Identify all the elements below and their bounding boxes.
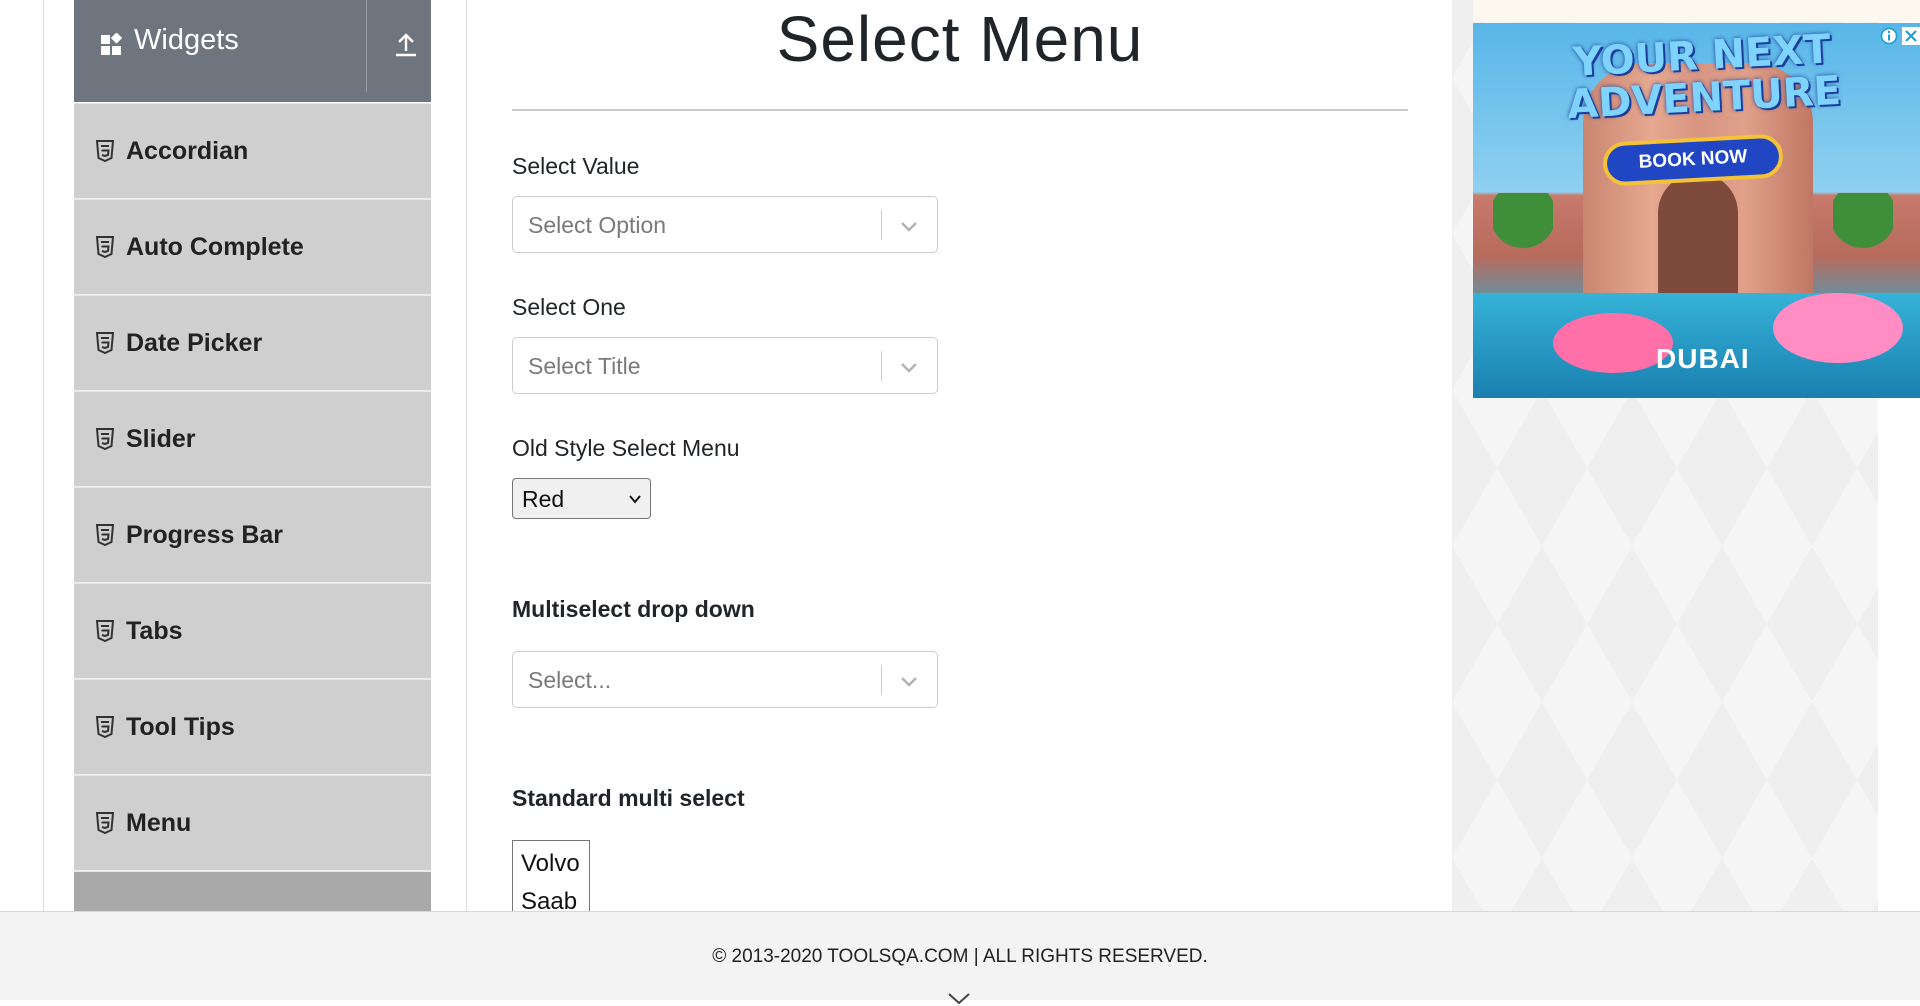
multiselect-placeholder: Select...	[528, 667, 612, 693]
select-one-dropdown[interactable]: Select Title	[512, 337, 938, 394]
widgets-group-header[interactable]: Widgets	[74, 0, 431, 102]
html5-icon	[96, 812, 114, 834]
html5-icon	[96, 236, 114, 258]
sidebar-item-label: Slider	[126, 424, 196, 453]
collapse-upload-icon[interactable]	[391, 30, 421, 60]
ad-banner[interactable]: YOUR NEXT ADVENTURE BOOK NOW DUBAI	[1473, 23, 1920, 398]
sidebar-item-progress-bar[interactable]: Progress Bar	[74, 487, 431, 583]
left-panel: Widgets Accordian Auto Complete Date Pic…	[0, 0, 467, 921]
dropdown-separator	[881, 665, 882, 695]
title-divider	[512, 109, 1408, 111]
sidebar-item-auto-complete[interactable]: Auto Complete	[74, 199, 431, 295]
ad-info-icon[interactable]	[1880, 27, 1898, 45]
page-title: Select Menu	[776, 3, 1144, 75]
sidebar-item-label: Accordian	[126, 136, 249, 165]
header-divider	[366, 0, 367, 92]
multi-select-option[interactable]: Volvo	[513, 845, 589, 883]
html5-icon	[96, 524, 114, 546]
chevron-down-icon[interactable]	[946, 992, 972, 1006]
left-divider	[43, 0, 44, 911]
select-value-dropdown[interactable]: Select Option	[512, 196, 938, 253]
dropdown-separator	[881, 210, 882, 240]
sidebar-item-label: Tabs	[126, 616, 183, 645]
footer-copyright: © 2013-2020 TOOLSQA.COM | ALL RIGHTS RES…	[712, 946, 1208, 967]
ad-book-now-button[interactable]: BOOK NOW	[1601, 133, 1785, 187]
ad-palm-tree	[1493, 193, 1553, 303]
ad-palm-tree	[1833, 193, 1893, 303]
html5-icon	[96, 332, 114, 354]
old-style-selected-value: Red	[522, 486, 565, 512]
ad-headline: YOUR NEXT ADVENTURE	[1566, 26, 1843, 129]
sidebar-item-label: Auto Complete	[126, 232, 304, 261]
sidebar-item-slider[interactable]: Slider	[74, 391, 431, 487]
html5-icon	[96, 620, 114, 642]
right-divider	[466, 0, 467, 911]
ad-close-icon[interactable]	[1902, 27, 1920, 45]
sidebar-item-accordian[interactable]: Accordian	[74, 103, 431, 199]
standard-multi-select[interactable]: Volvo Saab	[512, 840, 590, 911]
multiselect-label: Multiselect drop down	[512, 596, 755, 622]
select-one-placeholder: Select Title	[528, 353, 641, 379]
footer: © 2013-2020 TOOLSQA.COM | ALL RIGHTS RES…	[0, 911, 1920, 1005]
ad-brand-logo: DUBAI	[1656, 343, 1750, 374]
chevron-down-icon[interactable]	[898, 670, 920, 692]
sidebar-item-menu[interactable]: Menu	[74, 775, 431, 871]
sidebar-item-label: Progress Bar	[126, 520, 284, 549]
widgets-icon	[101, 33, 123, 55]
dropdown-separator	[881, 351, 882, 381]
sidebar-item-tool-tips[interactable]: Tool Tips	[74, 679, 431, 775]
html5-icon	[96, 428, 114, 450]
multi-select-option[interactable]: Saab	[513, 883, 589, 911]
old-style-select[interactable]: Red	[512, 478, 651, 519]
select-value-placeholder: Select Option	[528, 212, 667, 238]
ad-hotel-arch	[1658, 173, 1738, 293]
old-style-select-label: Old Style Select Menu	[512, 435, 740, 461]
chevron-down-icon[interactable]	[898, 356, 920, 378]
widgets-menu-list: Accordian Auto Complete Date Picker Slid…	[74, 103, 431, 921]
select-value-label: Select Value	[512, 153, 640, 179]
html5-icon	[96, 716, 114, 738]
chevron-down-icon	[629, 495, 641, 504]
multiselect-dropdown[interactable]: Select...	[512, 651, 938, 708]
ad-flamingo-float	[1773, 293, 1903, 363]
sidebar-item-tabs[interactable]: Tabs	[74, 583, 431, 679]
standard-multi-select-label: Standard multi select	[512, 785, 745, 811]
select-one-label: Select One	[512, 294, 626, 320]
group-title: Widgets	[134, 24, 239, 56]
html5-icon	[96, 140, 114, 162]
ad-top-strip	[1473, 0, 1920, 22]
ad-pool-float	[1553, 313, 1673, 373]
sidebar-item-label: Tool Tips	[126, 712, 235, 741]
sidebar-item-label: Menu	[126, 808, 192, 837]
sidebar-item-label: Date Picker	[126, 328, 263, 357]
sidebar-item-date-picker[interactable]: Date Picker	[74, 295, 431, 391]
chevron-down-icon[interactable]	[898, 215, 920, 237]
